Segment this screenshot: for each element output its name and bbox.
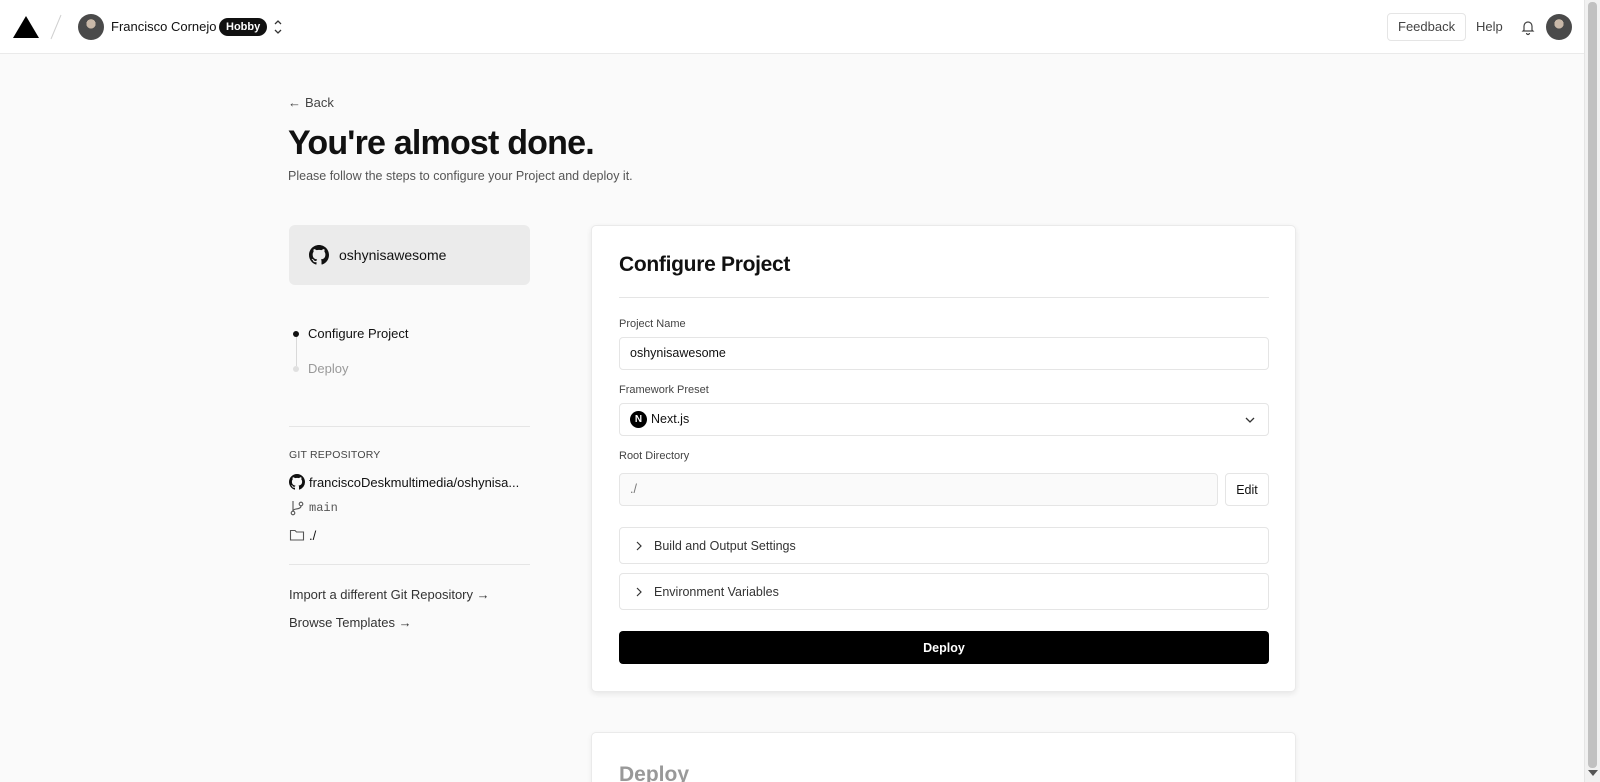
git-directory-path: ./: [309, 527, 317, 543]
chevron-right-icon: [636, 541, 642, 550]
project-name-input[interactable]: oshynisawesome: [619, 337, 1269, 370]
git-directory-row: ./: [289, 527, 316, 543]
project-name-label: Project Name: [619, 318, 686, 330]
github-icon: [289, 474, 305, 490]
page-title: You're almost done.: [288, 124, 595, 162]
deploy-button[interactable]: Deploy: [619, 631, 1269, 664]
section-divider: [289, 564, 530, 565]
step-label: Deploy: [308, 361, 349, 376]
build-output-settings-accordion[interactable]: Build and Output Settings: [619, 527, 1269, 564]
card-divider: [619, 297, 1269, 298]
nextjs-logo-icon: N: [630, 411, 647, 428]
user-avatar[interactable]: [1546, 14, 1572, 40]
git-repository-name: franciscoDeskmultimedia/oshynisa...: [309, 474, 520, 490]
root-directory-label: Root Directory: [619, 450, 690, 462]
git-branch-row: main: [289, 500, 338, 516]
steps-list: Configure Project Deploy: [289, 326, 530, 396]
team-name[interactable]: Francisco Cornejo: [111, 19, 217, 34]
configure-project-title: Configure Project: [619, 253, 791, 276]
team-avatar[interactable]: [78, 14, 104, 40]
page-scrollbar[interactable]: [1584, 0, 1600, 782]
section-divider: [289, 426, 530, 427]
github-icon: [309, 245, 329, 265]
folder-icon: [289, 529, 305, 541]
step-inactive-dot: [293, 366, 299, 372]
build-output-settings-label: Build and Output Settings: [654, 538, 796, 553]
feedback-button[interactable]: Feedback: [1387, 13, 1467, 41]
page-subtitle: Please follow the steps to configure you…: [288, 169, 633, 183]
git-repository-label: GIT REPOSITORY: [289, 449, 381, 461]
deploy-card: Deploy: [591, 732, 1296, 782]
edit-root-directory-button[interactable]: Edit: [1225, 473, 1269, 506]
browse-templates-link[interactable]: Browse Templates →: [289, 615, 412, 630]
top-navigation-bar: Francisco Cornejo Hobby Feedback Help: [0, 0, 1584, 54]
plan-badge: Hobby: [219, 18, 268, 36]
import-different-repository-link[interactable]: Import a different Git Repository →: [289, 587, 490, 602]
environment-variables-label: Environment Variables: [654, 584, 779, 599]
scrollbar-thumb[interactable]: [1588, 2, 1597, 768]
framework-preset-value: Next.js: [651, 412, 690, 426]
environment-variables-accordion[interactable]: Environment Variables: [619, 573, 1269, 610]
back-label: Back: [305, 95, 334, 110]
chevron-up-down-icon[interactable]: [272, 17, 284, 37]
configure-project-card: Configure Project Project Name oshynisaw…: [591, 225, 1296, 692]
framework-preset-select[interactable]: N Next.js: [619, 403, 1269, 436]
repository-name: oshynisawesome: [339, 247, 447, 263]
scroll-down-arrow-icon[interactable]: [1588, 770, 1598, 776]
help-link[interactable]: Help: [1476, 19, 1503, 34]
step-configure-project: Configure Project: [289, 326, 530, 361]
vercel-logo-icon[interactable]: [13, 16, 39, 38]
back-link[interactable]: ← Back: [288, 95, 334, 110]
step-active-dot: [293, 331, 299, 337]
chevron-right-icon: [636, 587, 642, 596]
repository-card: oshynisawesome: [289, 225, 530, 285]
framework-preset-label: Framework Preset: [619, 384, 709, 396]
arrow-left-icon: ←: [288, 95, 301, 110]
breadcrumb-separator: [50, 14, 62, 40]
chevron-down-icon: [1245, 417, 1255, 423]
root-directory-input: ./: [619, 473, 1218, 506]
step-deploy: Deploy: [289, 361, 530, 396]
git-branch-icon: [290, 501, 304, 516]
git-repository-row[interactable]: franciscoDeskmultimedia/oshynisa...: [289, 474, 519, 490]
deploy-card-title: Deploy: [619, 763, 690, 782]
step-label: Configure Project: [308, 326, 409, 341]
bell-icon[interactable]: [1520, 18, 1536, 36]
git-branch-name: main: [309, 501, 338, 515]
